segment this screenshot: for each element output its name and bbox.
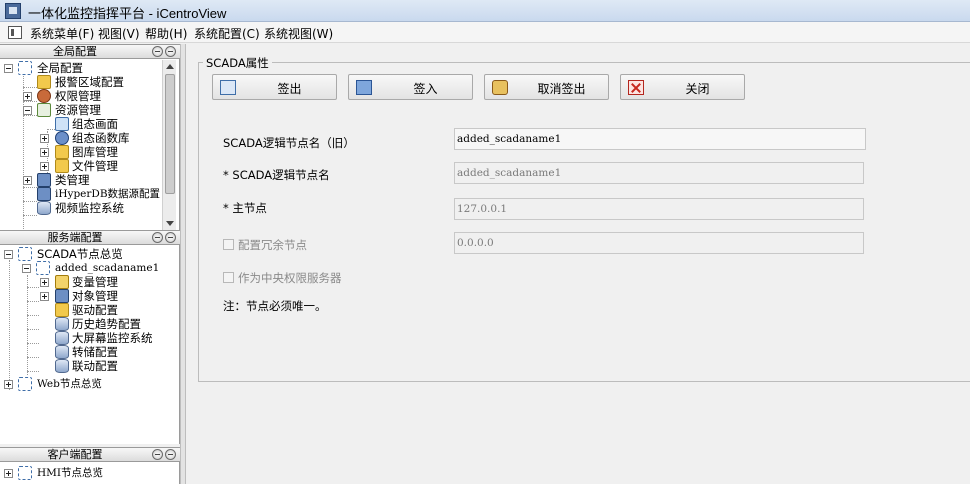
resource-icon [37,103,51,117]
alarm-area-icon [37,75,51,89]
panel-title: 全局配置 [53,45,97,58]
panel-title: 客户端配置 [47,448,103,461]
class-icon [37,173,51,187]
datasource-icon [37,187,51,201]
menu-help[interactable]: 帮助(H) [145,25,187,42]
title-bar: 一体化监控指挥平台 - iCentroView [0,0,970,22]
database-icon [55,331,69,345]
menu-sys-config[interactable]: 系统配置(C) [194,25,260,42]
panel-collapse-button[interactable] [152,449,163,460]
client-config-tree: HMI节点总览 [0,462,180,484]
redundant-node-label: 配置冗余节点 [238,238,307,252]
central-auth-checkbox[interactable] [223,272,234,283]
name-label: * SCADA逻辑节点名 [223,168,330,182]
network-icon [18,377,32,391]
collapse-icon[interactable] [4,250,13,259]
master-node-label: * 主节点 [223,201,267,215]
central-auth-label: 作为中央权限服务器 [238,271,342,285]
folder-icon [55,145,69,159]
global-config-panel: 全局配置 全局配置 报警区域配置 权限管理 资源管理 组态画面 组态函数库 图库… [0,44,180,230]
global-config-header: 全局配置 [0,44,180,59]
window-title: 一体化监控指挥平台 - iCentroView [28,6,227,21]
panel-pin-button[interactable] [165,449,176,460]
expand-icon[interactable] [40,134,49,143]
user-icon [37,89,51,103]
client-config-panel: 客户端配置 HMI节点总览 [0,447,180,484]
panel-pin-button[interactable] [165,46,176,57]
master-node-field[interactable]: 127.0.0.1 [454,198,864,220]
close-button[interactable]: 关闭 [620,74,745,100]
old-name-label: SCADA逻辑节点名（旧） [223,136,355,150]
scada-properties-group [198,62,970,382]
expand-icon[interactable] [40,278,49,287]
cancel-checkout-icon [492,80,508,95]
expand-icon[interactable] [23,176,32,185]
expand-icon[interactable] [4,469,13,478]
panel-collapse-button[interactable] [152,46,163,57]
old-name-field: added_scadaname1 [454,128,866,150]
group-title: SCADA属性 [203,55,272,71]
scroll-up-icon[interactable] [166,64,174,69]
database-icon [37,201,51,215]
menu-sys-view[interactable]: 系统视图(W) [264,25,333,42]
client-config-header: 客户端配置 [0,447,180,462]
network-icon [18,247,32,261]
redundant-node-checkbox[interactable] [223,239,234,250]
scroll-thumb[interactable] [165,74,175,194]
redundant-node-field[interactable]: 0.0.0.0 [454,232,864,254]
checkout-button[interactable]: 签出 [212,74,337,100]
global-config-scrollbar[interactable] [162,60,176,230]
panel-collapse-button[interactable] [152,232,163,243]
close-icon [628,80,644,95]
server-config-header: 服务端配置 [0,230,180,245]
collapse-icon[interactable] [23,106,32,115]
name-field[interactable]: added_scadaname1 [454,162,864,184]
expand-icon[interactable] [40,292,49,301]
app-icon [5,3,21,19]
driver-icon [55,303,69,317]
scroll-down-icon[interactable] [166,221,174,226]
menu-system[interactable]: 系统菜单(F) [30,25,94,42]
global-config-tree: 全局配置 报警区域配置 权限管理 资源管理 组态画面 组态函数库 图库管理 文件… [0,59,180,230]
variable-icon [55,275,69,289]
panel-title: 服务端配置 [47,231,103,244]
database-icon [55,359,69,373]
system-menu-icon[interactable] [8,26,22,39]
folder-icon [55,159,69,173]
panel-pin-button[interactable] [165,232,176,243]
node-icon [36,261,50,275]
checkout-icon [220,80,236,95]
cancel-checkout-button[interactable]: 取消签出 [484,74,609,100]
menu-view[interactable]: 视图(V) [98,25,140,42]
server-config-tree: SCADA节点总览 added_scadaname1 变量管理 对象管理 驱动配… [0,245,180,444]
screen-icon [55,117,69,131]
database-icon [55,317,69,331]
checkin-icon [356,80,372,95]
expand-icon[interactable] [23,92,32,101]
menu-bar: 系统菜单(F) 视图(V) 帮助(H) 系统配置(C) 系统视图(W) [0,22,970,43]
collapse-icon[interactable] [4,64,13,73]
object-icon [55,289,69,303]
expand-icon[interactable] [40,162,49,171]
expand-icon[interactable] [40,148,49,157]
form-note: 注：节点必须唯一。 [223,299,327,313]
function-icon [55,131,69,145]
expand-icon[interactable] [4,380,13,389]
server-config-panel: 服务端配置 SCADA节点总览 added_scadaname1 变量管理 对象… [0,230,180,444]
database-icon [55,345,69,359]
collapse-icon[interactable] [22,264,31,273]
scada-properties-view: SCADA属性 签出 签入 取消签出 关闭 SCADA逻辑节点名（旧） adde… [186,44,970,484]
network-icon [18,61,32,75]
checkin-button[interactable]: 签入 [348,74,473,100]
network-icon [18,466,32,480]
